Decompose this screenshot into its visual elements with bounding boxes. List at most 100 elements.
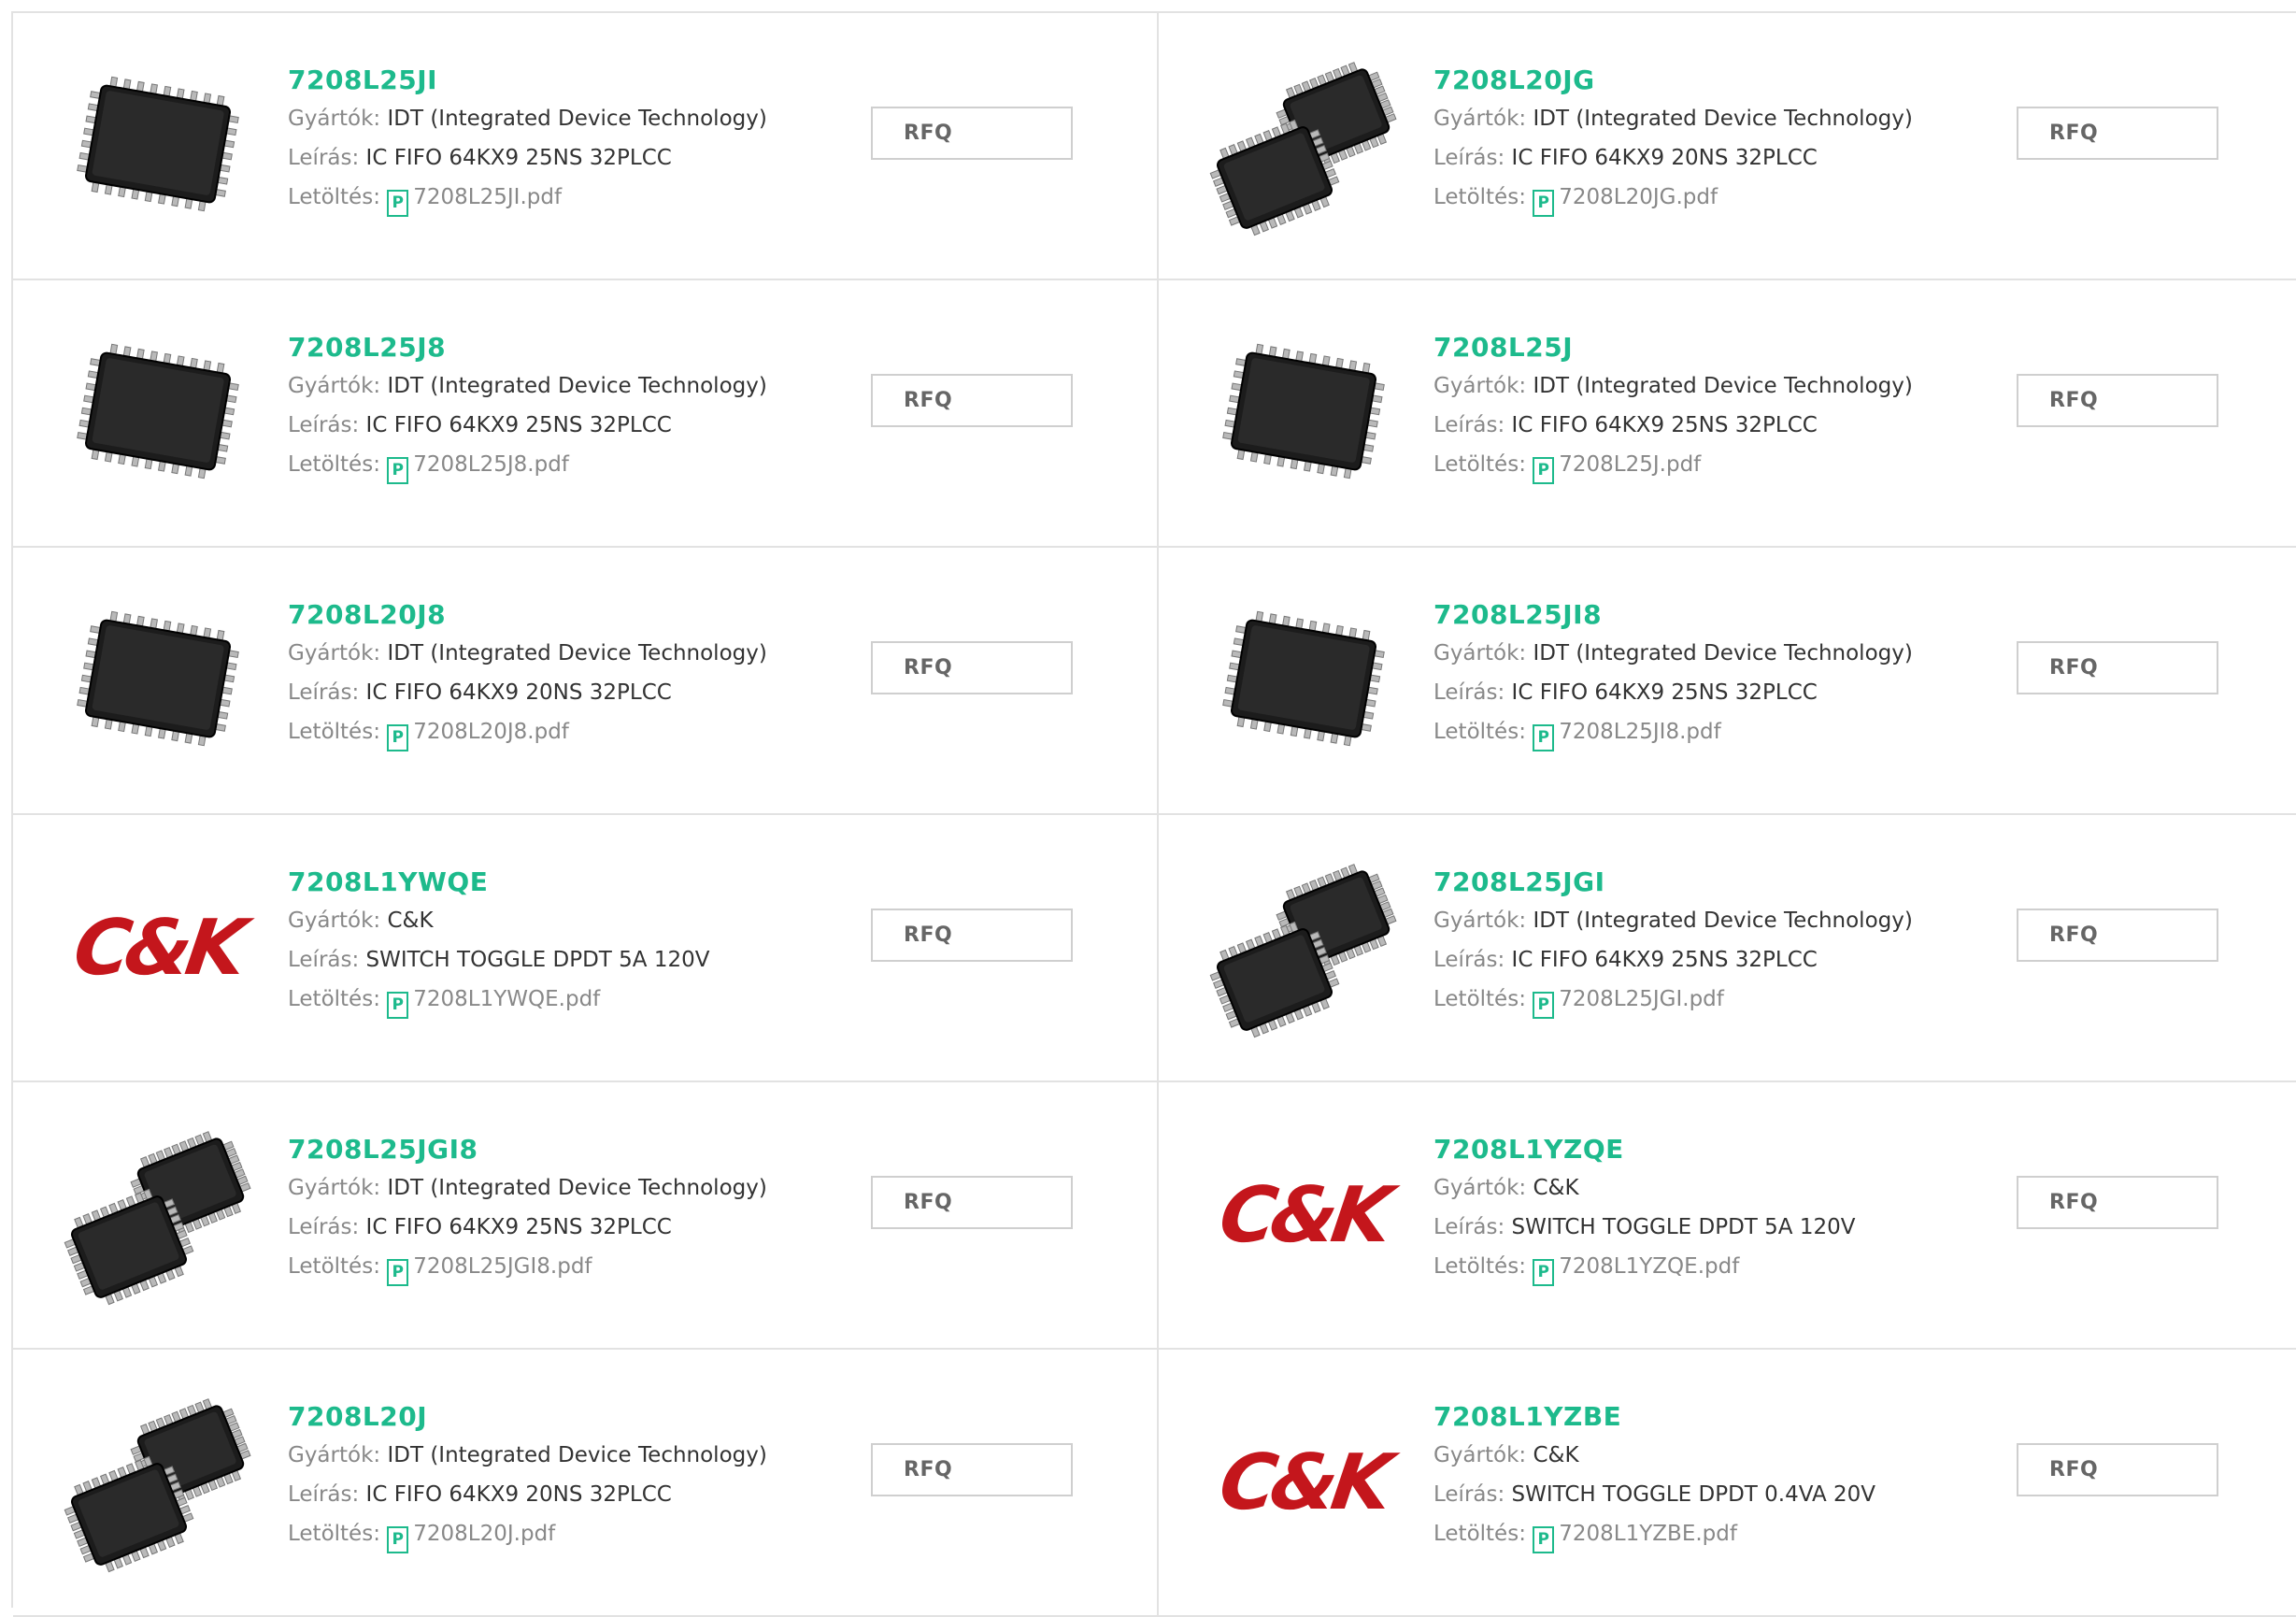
product-image[interactable] <box>60 1387 256 1574</box>
part-number-link[interactable]: 7208L25J8 <box>288 329 767 366</box>
download-label: Letöltés: <box>288 1254 380 1279</box>
pdf-link[interactable]: 7208L25J.pdf <box>1559 452 1701 477</box>
manufacturer-row: Gyártók: IDT (Integrated Device Technolo… <box>1433 99 1913 138</box>
rfq-button[interactable]: RFQ <box>871 1443 1073 1496</box>
description-row: Leírás: SWITCH TOGGLE DPDT 0.4VA 20V <box>1433 1475 1875 1514</box>
manufacturer-label: Gyártók: <box>288 909 381 933</box>
product-image[interactable] <box>1205 852 1402 1039</box>
pdf-icon[interactable]: P <box>1533 1526 1555 1553</box>
plcc-chip-image <box>77 343 239 479</box>
rfq-button[interactable]: RFQ <box>871 374 1073 427</box>
pdf-icon[interactable]: P <box>1533 190 1555 217</box>
product-card: C&K 7208L1YZQE Gyártók: C&K Leírás: SWIT… <box>1159 1082 2296 1350</box>
ck-logo: C&K <box>1214 1438 1402 1527</box>
rfq-button[interactable]: RFQ <box>2017 641 2218 694</box>
manufacturer-value: C&K <box>1533 1443 1579 1467</box>
description-row: Leírás: IC FIFO 64KX9 25NS 32PLCC <box>288 138 767 178</box>
part-number-link[interactable]: 7208L25JI <box>288 62 767 99</box>
pdf-icon[interactable]: P <box>387 992 409 1019</box>
rfq-button[interactable]: RFQ <box>2017 1443 2218 1496</box>
description-row: Leírás: IC FIFO 64KX9 25NS 32PLCC <box>288 406 767 445</box>
plcc-chip-pair-image <box>64 1131 251 1306</box>
pdf-link[interactable]: 7208L25JI.pdf <box>413 185 562 209</box>
part-number-link[interactable]: 7208L20JG <box>1433 62 1913 99</box>
download-label: Letöltés: <box>1433 452 1526 477</box>
product-image[interactable] <box>60 1120 256 1307</box>
product-image[interactable] <box>1205 585 1402 772</box>
part-number-link[interactable]: 7208L20J8 <box>288 596 767 634</box>
description-value: IC FIFO 64KX9 20NS 32PLCC <box>1511 146 1818 170</box>
pdf-link[interactable]: 7208L1YWQE.pdf <box>413 987 600 1011</box>
pdf-icon[interactable]: P <box>1533 992 1555 1019</box>
manufacturer-label: Gyártók: <box>288 1443 381 1467</box>
rfq-button[interactable]: RFQ <box>871 1176 1073 1229</box>
download-row: Letöltés: P 7208L20JG.pdf <box>1433 178 1913 217</box>
part-number-link[interactable]: 7208L1YZBE <box>1433 1398 1875 1436</box>
manufacturer-label: Gyártók: <box>288 374 381 398</box>
pdf-link[interactable]: 7208L1YZQE.pdf <box>1559 1254 1739 1279</box>
description-value: IC FIFO 64KX9 25NS 32PLCC <box>1511 413 1818 437</box>
pdf-icon[interactable]: P <box>1533 1259 1555 1286</box>
pdf-link[interactable]: 7208L20J8.pdf <box>413 720 569 744</box>
pdf-icon[interactable]: P <box>387 724 409 751</box>
pdf-icon[interactable]: P <box>387 457 409 484</box>
pdf-icon[interactable]: P <box>387 1259 409 1286</box>
product-image[interactable] <box>60 50 256 237</box>
description-label: Leírás: <box>288 948 360 972</box>
download-row: Letöltés: P 7208L1YWQE.pdf <box>288 980 709 1019</box>
description-label: Leírás: <box>288 1482 360 1507</box>
product-card: C&K 7208L1YWQE Gyártók: C&K Leírás: SWIT… <box>13 815 1159 1082</box>
manufacturer-label: Gyártók: <box>288 1176 381 1200</box>
part-number-link[interactable]: 7208L25JGI8 <box>288 1131 767 1168</box>
ck-logo: C&K <box>68 904 256 993</box>
part-number-link[interactable]: 7208L1YZQE <box>1433 1131 1855 1168</box>
manufacturer-label: Gyártók: <box>1433 107 1527 131</box>
manufacturer-label: Gyártók: <box>1433 641 1527 665</box>
manufacturer-value: IDT (Integrated Device Technology) <box>1533 909 1913 933</box>
pdf-link[interactable]: 7208L25JI8.pdf <box>1559 720 1720 744</box>
part-number-link[interactable]: 7208L20J <box>288 1398 767 1436</box>
plcc-chip-pair-image <box>1209 62 1397 236</box>
product-image[interactable] <box>1205 318 1402 505</box>
pdf-icon[interactable]: P <box>1533 724 1555 751</box>
description-row: Leírás: IC FIFO 64KX9 20NS 32PLCC <box>288 1475 767 1514</box>
rfq-button[interactable]: RFQ <box>2017 374 2218 427</box>
product-info: 7208L1YZQE Gyártók: C&K Leírás: SWITCH T… <box>1433 1131 1855 1286</box>
pdf-icon[interactable]: P <box>387 1526 409 1553</box>
download-row: Letöltés: P 7208L25JGI8.pdf <box>288 1247 767 1286</box>
product-image[interactable]: C&K <box>1205 1120 1402 1307</box>
part-number-link[interactable]: 7208L25JI8 <box>1433 596 1913 634</box>
pdf-link[interactable]: 7208L20J.pdf <box>413 1522 555 1546</box>
ck-logo: C&K <box>1214 1171 1402 1260</box>
product-image[interactable]: C&K <box>1205 1387 1402 1574</box>
part-number-link[interactable]: 7208L25JGI <box>1433 864 1913 901</box>
rfq-button[interactable]: RFQ <box>2017 1176 2218 1229</box>
product-image[interactable] <box>60 585 256 772</box>
manufacturer-label: Gyártók: <box>1433 1176 1527 1200</box>
pdf-link[interactable]: 7208L25JGI.pdf <box>1559 987 1724 1011</box>
product-card: 7208L25J Gyártók: IDT (Integrated Device… <box>1159 280 2296 548</box>
pdf-link[interactable]: 7208L25JGI8.pdf <box>413 1254 592 1279</box>
product-image[interactable] <box>1205 50 1402 237</box>
rfq-button[interactable]: RFQ <box>871 641 1073 694</box>
manufacturer-row: Gyártók: IDT (Integrated Device Technolo… <box>288 1436 767 1475</box>
pdf-icon[interactable]: P <box>1533 457 1555 484</box>
manufacturer-value: C&K <box>1533 1176 1579 1200</box>
pdf-link[interactable]: 7208L20JG.pdf <box>1559 185 1718 209</box>
pdf-link[interactable]: 7208L1YZBE.pdf <box>1559 1522 1737 1546</box>
product-card: 7208L25J8 Gyártók: IDT (Integrated Devic… <box>13 280 1159 548</box>
rfq-button[interactable]: RFQ <box>2017 107 2218 160</box>
rfq-button[interactable]: RFQ <box>871 909 1073 962</box>
part-number-link[interactable]: 7208L25J <box>1433 329 1913 366</box>
download-row: Letöltés: P 7208L25JI8.pdf <box>1433 712 1913 751</box>
description-label: Leírás: <box>1433 948 1505 972</box>
pdf-icon[interactable]: P <box>387 190 409 217</box>
rfq-button[interactable]: RFQ <box>871 107 1073 160</box>
description-value: IC FIFO 64KX9 25NS 32PLCC <box>365 413 672 437</box>
product-image[interactable] <box>60 318 256 505</box>
part-number-link[interactable]: 7208L1YWQE <box>288 864 709 901</box>
pdf-link[interactable]: 7208L25J8.pdf <box>413 452 569 477</box>
rfq-button[interactable]: RFQ <box>2017 909 2218 962</box>
product-image[interactable]: C&K <box>60 852 256 1039</box>
download-label: Letöltés: <box>1433 1522 1526 1546</box>
